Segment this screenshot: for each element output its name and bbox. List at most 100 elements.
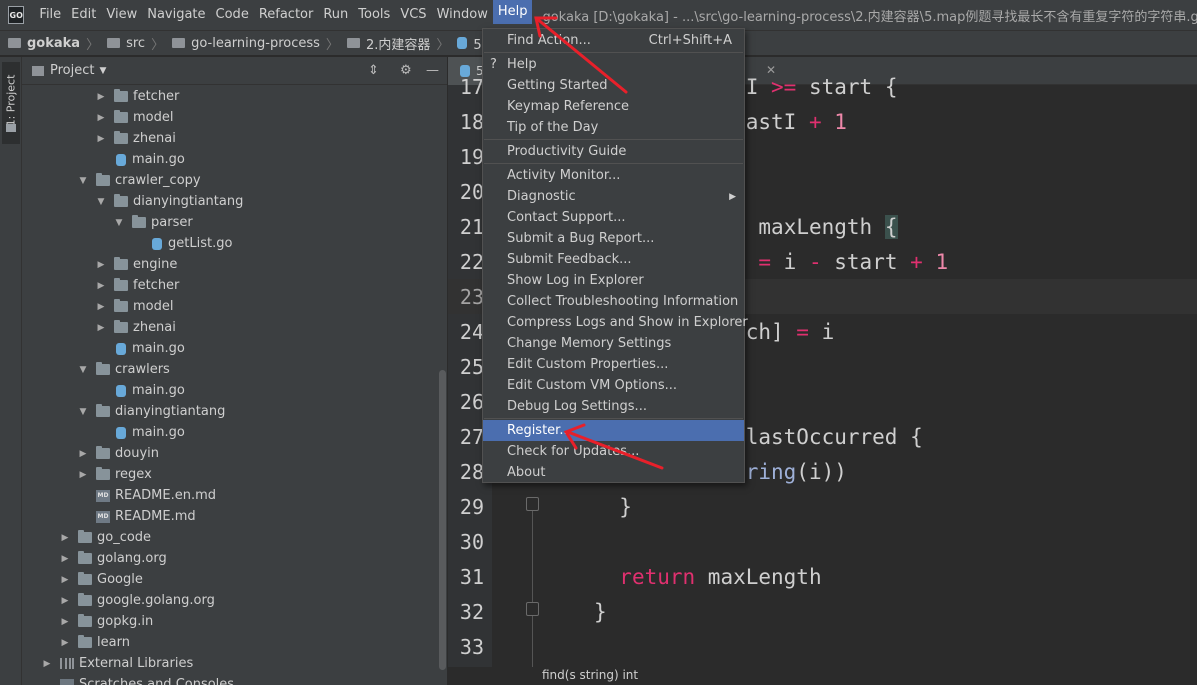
expand-arrow-right-icon[interactable]: ▶ bbox=[96, 92, 106, 102]
tree-node[interactable]: ▶main.go bbox=[22, 422, 442, 443]
expand-arrow-right-icon[interactable]: ▶ bbox=[60, 533, 70, 543]
tree-node[interactable]: ▶ fetcher bbox=[22, 86, 442, 107]
tree-node[interactable]: ▶ Google bbox=[22, 569, 442, 590]
tree-node[interactable]: ▶ engine bbox=[22, 254, 442, 275]
expand-arrow-down-icon[interactable]: ▼ bbox=[78, 407, 88, 417]
fold-marker-icon[interactable] bbox=[526, 602, 539, 616]
menu-tools[interactable]: Tools bbox=[353, 0, 395, 30]
tree-node[interactable]: ▶ fetcher bbox=[22, 275, 442, 296]
breadcrumb-item[interactable]: gokaka 〉 bbox=[8, 34, 107, 53]
menu-vcs[interactable]: VCS bbox=[395, 0, 431, 30]
expand-arrow-right-icon[interactable]: ▶ bbox=[96, 281, 106, 291]
menu-item-register[interactable]: Register... bbox=[483, 420, 744, 441]
expand-arrow-down-icon[interactable]: ▼ bbox=[114, 218, 124, 228]
menu-item-diagnostic[interactable]: Diagnostic ▶ bbox=[483, 186, 744, 207]
menu-item-change-memory-settings[interactable]: Change Memory Settings bbox=[483, 333, 744, 354]
expand-arrow-right-icon[interactable]: ▶ bbox=[78, 449, 88, 459]
tree-node[interactable]: ▶ learn bbox=[22, 632, 442, 653]
breadcrumb-item[interactable]: src 〉 bbox=[107, 34, 172, 53]
menu-refactor[interactable]: Refactor bbox=[254, 0, 319, 30]
tree-node[interactable]: ▼ dianyingtiantang bbox=[22, 401, 442, 422]
menu-file[interactable]: File bbox=[34, 0, 66, 30]
gear-icon[interactable]: ⚙ bbox=[400, 63, 412, 78]
tree-node[interactable]: ▶ model bbox=[22, 296, 442, 317]
expand-arrow-down-icon[interactable]: ▼ bbox=[78, 176, 88, 186]
tree-node[interactable]: ▶main.go bbox=[22, 380, 442, 401]
expand-arrow-right-icon[interactable]: ▶ bbox=[96, 302, 106, 312]
tree-node[interactable]: ▶MDREADME.en.md bbox=[22, 485, 442, 506]
tree-node[interactable]: ▶ model bbox=[22, 107, 442, 128]
expand-arrow-right-icon[interactable]: ▶ bbox=[96, 113, 106, 123]
menu-item-contact-support[interactable]: Contact Support... bbox=[483, 207, 744, 228]
menu-item-find-action[interactable]: Find Action... Ctrl+Shift+A bbox=[483, 30, 744, 51]
menu-item-activity-monitor[interactable]: Activity Monitor... bbox=[483, 165, 744, 186]
tree-node[interactable]: ▶main.go bbox=[22, 149, 442, 170]
tree-node[interactable]: ▶MDREADME.md bbox=[22, 506, 442, 527]
chevron-down-icon[interactable]: ▼ bbox=[99, 66, 106, 76]
tree-node[interactable]: ▼ crawler_copy bbox=[22, 170, 442, 191]
menu-item-getting-started[interactable]: Getting Started bbox=[483, 75, 744, 96]
menu-edit[interactable]: Edit bbox=[66, 0, 101, 30]
tree-node[interactable]: ▶ External Libraries bbox=[22, 653, 442, 674]
tree-node[interactable]: ▶getList.go bbox=[22, 233, 442, 254]
expand-arrow-right-icon[interactable]: ▶ bbox=[60, 575, 70, 585]
expand-arrow-down-icon[interactable]: ▼ bbox=[78, 365, 88, 375]
tree-node[interactable]: ▶ zhenai bbox=[22, 317, 442, 338]
expand-arrow-right-icon[interactable]: ▶ bbox=[96, 260, 106, 270]
menu-item-submit-a-bug-report[interactable]: Submit a Bug Report... bbox=[483, 228, 744, 249]
code-line[interactable]: 31 return maxLength bbox=[448, 559, 1197, 594]
project-view-selector[interactable]: Project bbox=[50, 63, 94, 78]
expand-arrow-right-icon[interactable]: ▶ bbox=[60, 554, 70, 564]
tree-node[interactable]: ▶ go_code bbox=[22, 527, 442, 548]
expand-arrow-right-icon[interactable]: ▶ bbox=[60, 596, 70, 606]
collapse-all-icon[interactable]: ⇕ bbox=[368, 63, 379, 78]
menu-item-tip-of-the-day[interactable]: Tip of the Day bbox=[483, 117, 744, 138]
breadcrumb-item[interactable]: 2.内建容器〉 bbox=[346, 34, 457, 53]
menu-navigate[interactable]: Navigate bbox=[142, 0, 210, 30]
code-line[interactable]: 29 } bbox=[448, 489, 1197, 524]
menu-run[interactable]: Run bbox=[318, 0, 353, 30]
code-line[interactable]: 30 bbox=[448, 524, 1197, 559]
hide-panel-icon[interactable]: — bbox=[426, 63, 439, 78]
tree-node[interactable]: ▶Scratches and Consoles bbox=[22, 674, 442, 685]
menu-help[interactable]: Help bbox=[492, 0, 533, 24]
tree-node[interactable]: ▶ google.golang.org bbox=[22, 590, 442, 611]
tree-node[interactable]: ▶ zhenai bbox=[22, 128, 442, 149]
menu-item-productivity-guide[interactable]: Productivity Guide bbox=[483, 141, 744, 162]
tree-node[interactable]: ▼ crawlers bbox=[22, 359, 442, 380]
menu-item-edit-custom-properties[interactable]: Edit Custom Properties... bbox=[483, 354, 744, 375]
expand-arrow-right-icon[interactable]: ▶ bbox=[60, 638, 70, 648]
fold-marker-icon[interactable] bbox=[526, 497, 539, 511]
menu-item-submit-feedback[interactable]: Submit Feedback... bbox=[483, 249, 744, 270]
expand-arrow-right-icon[interactable]: ▶ bbox=[96, 134, 106, 144]
expand-arrow-right-icon[interactable]: ▶ bbox=[42, 659, 52, 669]
expand-arrow-right-icon[interactable]: ▶ bbox=[60, 617, 70, 627]
menu-item-collect-troubleshooting-information[interactable]: Collect Troubleshooting Information bbox=[483, 291, 744, 312]
expand-arrow-right-icon[interactable]: ▶ bbox=[78, 470, 88, 480]
menu-item-debug-log-settings[interactable]: Debug Log Settings... bbox=[483, 396, 744, 417]
menu-code[interactable]: Code bbox=[211, 0, 254, 30]
project-scrollbar[interactable] bbox=[439, 370, 446, 670]
tree-node[interactable]: ▶ regex bbox=[22, 464, 442, 485]
code-line[interactable]: 33 bbox=[448, 629, 1197, 664]
menu-item-check-for-updates[interactable]: Check for Updates... bbox=[483, 441, 744, 462]
tree-node[interactable]: ▼ parser bbox=[22, 212, 442, 233]
code-line[interactable]: 32} bbox=[448, 594, 1197, 629]
menu-view[interactable]: View bbox=[101, 0, 142, 30]
tree-node[interactable]: ▶ gopkg.in bbox=[22, 611, 442, 632]
menu-item-help[interactable]: ? Help bbox=[483, 54, 744, 75]
tree-node[interactable]: ▶ douyin bbox=[22, 443, 442, 464]
project-tool-window-tab[interactable]: 1: Project bbox=[2, 62, 20, 144]
tree-node[interactable]: ▼ dianyingtiantang bbox=[22, 191, 442, 212]
menu-item-about[interactable]: About bbox=[483, 462, 744, 483]
tree-node[interactable]: ▶main.go bbox=[22, 338, 442, 359]
menu-window[interactable]: Window bbox=[432, 0, 493, 30]
expand-arrow-right-icon[interactable]: ▶ bbox=[96, 323, 106, 333]
menu-item-keymap-reference[interactable]: Keymap Reference bbox=[483, 96, 744, 117]
menu-item-show-log-in-explorer[interactable]: Show Log in Explorer bbox=[483, 270, 744, 291]
expand-arrow-down-icon[interactable]: ▼ bbox=[96, 197, 106, 207]
menu-item-edit-custom-vm-options[interactable]: Edit Custom VM Options... bbox=[483, 375, 744, 396]
breadcrumb-item[interactable]: go-learning-process 〉 bbox=[172, 34, 347, 53]
menu-item-compress-logs-and-show-in-explorer[interactable]: Compress Logs and Show in Explorer bbox=[483, 312, 748, 333]
tree-node[interactable]: ▶ golang.org bbox=[22, 548, 442, 569]
